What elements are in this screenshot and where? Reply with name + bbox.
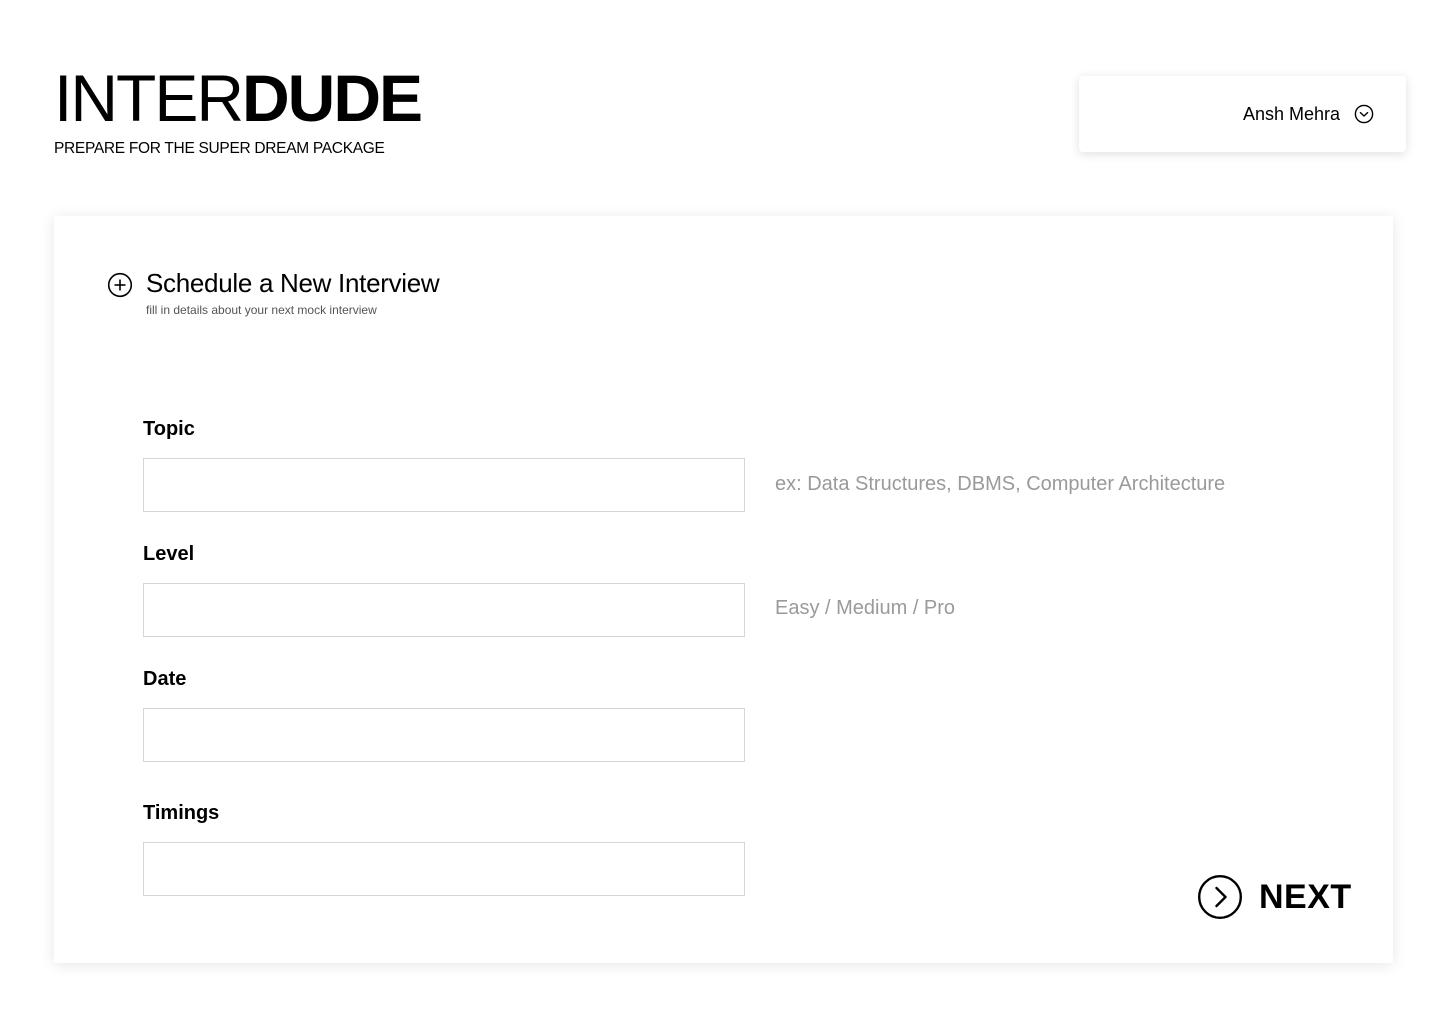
card-subtitle: fill in details about your next mock int… — [146, 303, 377, 317]
logo-bold: DUDE — [242, 61, 423, 135]
tagline: PREPARE FOR THE SUPER DREAM PACKAGE — [54, 140, 385, 157]
next-button[interactable]: NEXT — [1197, 874, 1352, 920]
chevron-right-circle-icon — [1198, 875, 1242, 919]
page: INTERDUDE PREPARE FOR THE SUPER DREAM PA… — [0, 0, 1440, 1024]
date-label: Date — [143, 668, 187, 690]
topic-input[interactable] — [143, 458, 745, 512]
brand: INTERDUDE PREPARE FOR THE SUPER DREAM PA… — [54, 61, 423, 158]
date-input[interactable] — [143, 708, 745, 762]
next-label: NEXT — [1259, 877, 1352, 916]
plus-circle-icon — [107, 272, 133, 298]
timings-label: Timings — [143, 802, 220, 824]
schedule-interview-card: Schedule a New Interview fill in details… — [54, 216, 1393, 963]
chevron-down-circle-icon — [1354, 104, 1374, 124]
user-menu[interactable]: Ansh Mehra — [1079, 76, 1406, 152]
timings-input[interactable] — [143, 842, 745, 896]
level-label: Level — [143, 543, 195, 565]
topic-label: Topic — [143, 418, 195, 440]
logo[interactable]: INTERDUDE — [54, 61, 423, 135]
logo-light: INTER — [54, 61, 244, 135]
user-name: Ansh Mehra — [1242, 103, 1340, 124]
card-title: Schedule a New Interview — [146, 268, 440, 298]
level-hint: Easy / Medium / Pro — [775, 597, 956, 619]
level-input[interactable] — [143, 583, 745, 637]
topic-hint: ex: Data Structures, DBMS, Computer Arch… — [775, 473, 1226, 495]
